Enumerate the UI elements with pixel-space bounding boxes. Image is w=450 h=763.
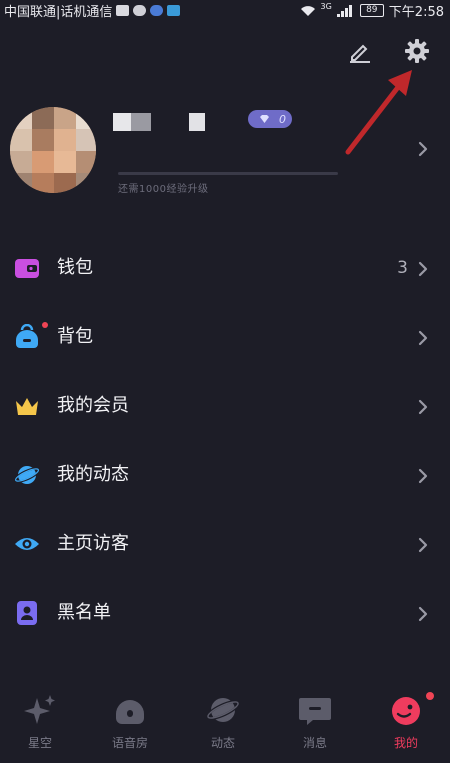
wallet-count: 3 (397, 258, 408, 278)
wifi-icon (300, 5, 315, 16)
profile-icon (392, 697, 420, 725)
upgrade-hint: 还需1000经验升级 (118, 184, 209, 195)
message-icon (299, 698, 331, 725)
app-notification-icon (150, 5, 164, 16)
menu-item-wallet[interactable]: 钱包 3 (0, 234, 450, 303)
chevron-right-icon (418, 606, 428, 622)
network-type: 3G (320, 2, 332, 11)
profile-header[interactable]: 0 还需1000经验升级 (0, 100, 450, 205)
menu-item-membership[interactable]: 我的会员 (0, 372, 450, 441)
notification-dot (426, 692, 434, 700)
diamond-icon (260, 115, 269, 123)
sparkle-icon (24, 695, 55, 724)
app-notification-icon-2 (167, 5, 181, 16)
bottom-navigation: 星空 语音房 动态 消息 我的 (0, 682, 450, 763)
status-right: 3G 89 下午2:58 (300, 1, 444, 20)
battery-icon: 89 (359, 4, 384, 17)
nav-label: 动态 (210, 736, 235, 750)
experience-progress-bar (118, 172, 338, 175)
avatar-image (10, 107, 96, 193)
notification-dot (42, 322, 48, 328)
menu-item-visitors[interactable]: 主页访客 (0, 510, 450, 579)
nav-tab-me[interactable]: 我的 (366, 682, 446, 763)
nickname-redacted (113, 112, 205, 132)
carrier-name: 中国联通|话机通信 (4, 5, 113, 20)
menu-label: 我的动态 (57, 464, 129, 485)
level-badge: 0 (248, 110, 292, 128)
planet-icon (14, 466, 40, 484)
nav-label: 我的 (393, 736, 418, 750)
menu-label: 主页访客 (57, 533, 129, 554)
notification-icon (116, 5, 130, 16)
chevron-right-icon (418, 537, 428, 553)
menu-item-blacklist[interactable]: 黑名单 (0, 579, 450, 648)
chevron-right-icon (418, 330, 428, 346)
status-left: 中国联通|话机通信 (4, 1, 181, 20)
chevron-right-icon (418, 261, 428, 277)
backpack-icon (16, 324, 38, 348)
level-value: 0 (279, 112, 286, 126)
crown-icon (16, 398, 38, 415)
clock: 下午2:58 (388, 5, 444, 20)
nav-label: 消息 (302, 736, 327, 750)
menu-item-my-posts[interactable]: 我的动态 (0, 441, 450, 510)
menu-item-backpack[interactable]: 背包 (0, 303, 450, 372)
nav-label: 星空 (27, 736, 52, 750)
nav-label: 语音房 (111, 736, 148, 750)
signal-icon (336, 4, 352, 17)
nav-tab-voice-room[interactable]: 语音房 (90, 682, 170, 763)
pencil-icon (350, 44, 370, 63)
settings-button[interactable] (403, 37, 431, 65)
blocked-user-icon (17, 601, 37, 625)
chevron-right-icon (418, 141, 428, 157)
menu-label: 我的会员 (57, 395, 129, 416)
menu-label: 钱包 (57, 257, 93, 278)
planet-icon (206, 698, 240, 722)
edit-profile-button[interactable] (348, 40, 372, 64)
chevron-right-icon (418, 399, 428, 415)
wallet-icon (15, 259, 39, 278)
eye-icon (15, 538, 39, 550)
nav-tab-feed[interactable]: 动态 (183, 682, 263, 763)
nav-tab-starry-sky[interactable]: 星空 (0, 682, 80, 763)
gear-icon (405, 39, 429, 63)
chevron-right-icon (418, 468, 428, 484)
status-bar: 中国联通|话机通信 3G 89 下午2:58 (0, 0, 450, 20)
nav-tab-messages[interactable]: 消息 (275, 682, 355, 763)
voice-room-icon (116, 700, 144, 724)
menu-label: 背包 (57, 326, 93, 347)
menu-list: 钱包 3 背包 我的会员 我的动态 主页访客 黑名单 (0, 234, 450, 648)
chat-notification-icon (133, 5, 147, 16)
menu-label: 黑名单 (57, 602, 111, 623)
avatar[interactable] (10, 107, 96, 193)
